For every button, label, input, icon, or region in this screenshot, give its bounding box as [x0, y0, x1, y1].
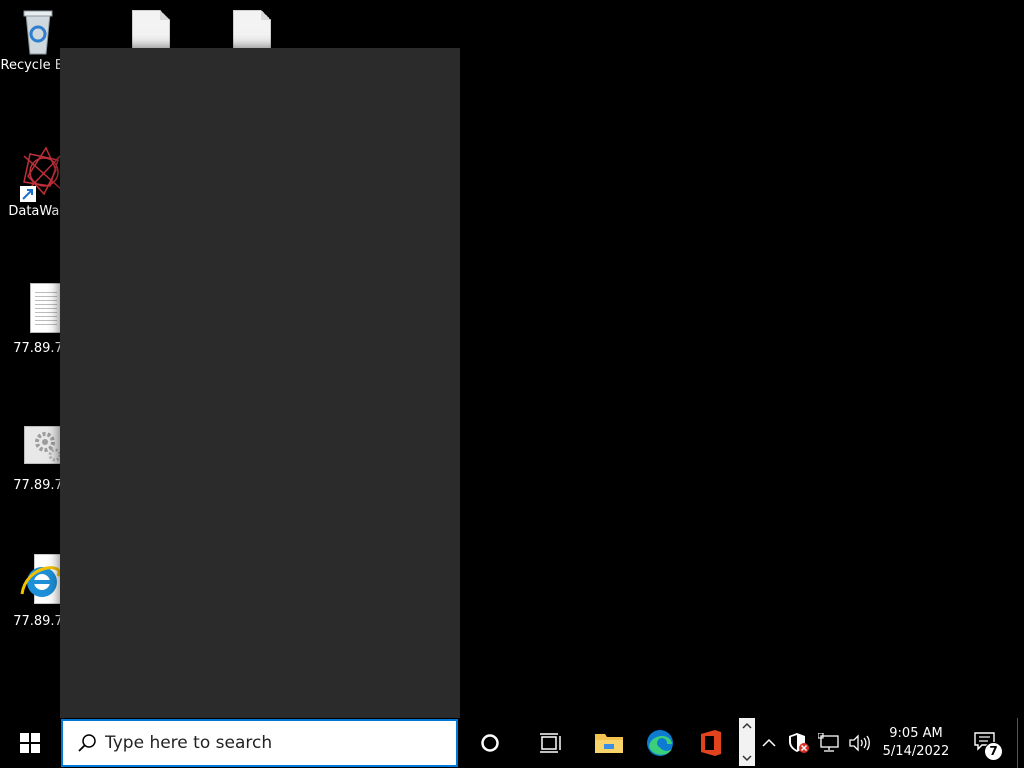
- tray-security[interactable]: [786, 718, 812, 768]
- chevron-up-icon: [762, 738, 776, 747]
- cortana-icon: [481, 734, 499, 752]
- cortana-button[interactable]: [466, 718, 514, 768]
- tray-volume[interactable]: [845, 718, 873, 768]
- network-icon: [818, 733, 839, 752]
- task-view-icon: [540, 733, 561, 753]
- search-icon: [78, 734, 96, 752]
- notification-count-badge: 7: [984, 742, 1003, 761]
- edge-icon: [647, 730, 673, 756]
- task-view-button[interactable]: [526, 718, 574, 768]
- tray-clock[interactable]: 9:05 AM 5/14/2022: [876, 718, 956, 768]
- search-input[interactable]: [105, 733, 435, 753]
- taskbar-search-box[interactable]: [61, 719, 458, 767]
- clock-date: 5/14/2022: [882, 744, 950, 759]
- security-shield-icon: [789, 733, 809, 753]
- scroll-arrows-icon: [742, 722, 752, 762]
- volume-icon: [849, 734, 870, 752]
- office-icon: [701, 730, 721, 756]
- clock-time: 9:05 AM: [889, 726, 943, 741]
- search-flyout-panel: [60, 48, 460, 718]
- taskbar-file-explorer[interactable]: [586, 718, 632, 768]
- windows-start-icon: [20, 733, 40, 753]
- taskbar-overflow-scroll[interactable]: [739, 718, 755, 766]
- taskbar-edge[interactable]: [637, 718, 683, 768]
- taskbar-office[interactable]: [688, 718, 734, 768]
- file-explorer-icon: [595, 734, 623, 753]
- start-button[interactable]: [0, 718, 60, 768]
- tray-network[interactable]: [815, 718, 843, 768]
- show-desktop-button[interactable]: [1017, 718, 1024, 768]
- action-center-button[interactable]: 7: [966, 718, 1006, 768]
- show-hidden-icons-button[interactable]: [758, 718, 780, 768]
